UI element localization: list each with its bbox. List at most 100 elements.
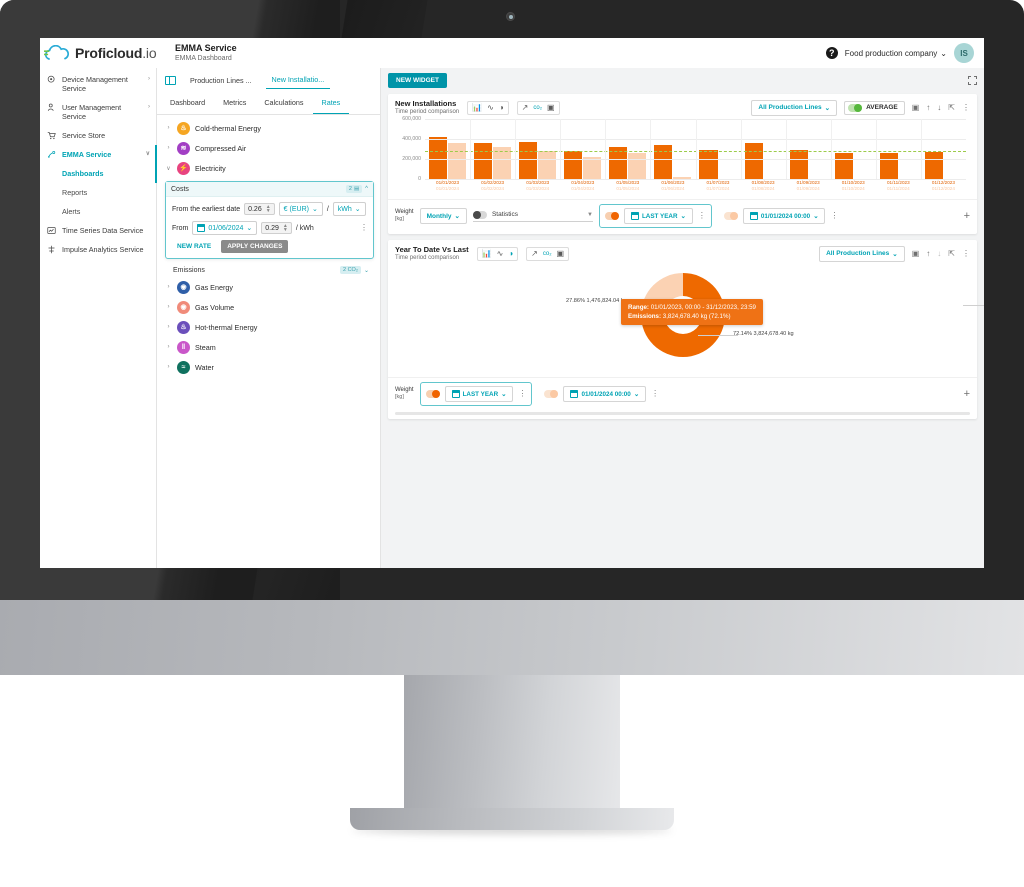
expand-icon[interactable] [968, 76, 977, 85]
bar[interactable] [628, 152, 647, 179]
line-chart-icon[interactable]: ∿ [497, 249, 504, 258]
rate-value-input[interactable]: 0.26 ▲ ▼ [244, 203, 275, 215]
chevron-right-icon[interactable]: › [165, 304, 172, 310]
sidebar-item-reports[interactable]: Reports [40, 183, 156, 202]
bar-group[interactable] [741, 119, 786, 179]
table-icon[interactable]: ▣ [557, 249, 565, 258]
currency-select[interactable]: € (EUR) ⌄ [278, 202, 323, 216]
bar[interactable] [834, 152, 853, 179]
tree-item-cold-thermal-energy[interactable]: › ♨ Cold-thermal Energy [157, 118, 380, 138]
pie-chart-icon[interactable]: ◑ [508, 249, 513, 258]
avatar[interactable]: IS [954, 43, 974, 63]
bar[interactable] [429, 137, 448, 179]
bar[interactable] [789, 150, 808, 179]
kebab-menu-icon[interactable]: ⋮ [962, 103, 970, 112]
range1-toggle[interactable] [604, 212, 619, 220]
table-icon[interactable]: ▣ [547, 103, 555, 112]
resize-icon[interactable]: ⇱ [948, 103, 955, 112]
kebab-menu-icon[interactable]: ⋮ [962, 249, 970, 258]
sidebar-item-alerts[interactable]: Alerts [40, 202, 156, 221]
present-icon[interactable]: ▣ [912, 103, 920, 112]
arrow-up-icon[interactable]: ↑ [926, 103, 930, 112]
bar[interactable] [493, 147, 512, 179]
tree-item-water[interactable]: › ≈ Water [157, 357, 380, 377]
bar-group[interactable] [650, 119, 695, 179]
bar[interactable] [564, 151, 583, 179]
arrow-up-icon[interactable]: ↑ [926, 249, 930, 258]
bar[interactable] [699, 149, 718, 179]
range2-toggle[interactable] [723, 212, 738, 220]
breadcrumb-tab-new-installation[interactable]: New Installatio... [265, 71, 331, 89]
kebab-menu-icon[interactable]: ⋮ [651, 390, 659, 398]
emissions-card-header[interactable]: Emissions 2 CO₂ ⌄ [165, 263, 374, 277]
range1-toggle[interactable] [425, 390, 440, 398]
line-chart-icon[interactable]: ∿ [487, 103, 494, 112]
bar-group[interactable] [876, 119, 921, 179]
kebab-menu-icon[interactable]: ⋮ [698, 212, 706, 220]
add-series-button[interactable]: + [964, 211, 970, 222]
chevron-down-icon[interactable]: ∨ [165, 165, 172, 172]
bar-group[interactable] [831, 119, 876, 179]
apply-changes-button[interactable]: APPLY CHANGES [221, 240, 289, 253]
chevron-right-icon[interactable]: › [165, 145, 172, 151]
rate-value-input[interactable]: 0.29 ▲ ▼ [261, 222, 292, 234]
bar-chart-icon[interactable]: 📊 [472, 103, 482, 112]
statistics-select[interactable]: Statistics ▼ [472, 210, 593, 222]
bar-chart-icon[interactable]: 📊 [482, 249, 492, 258]
range1-select[interactable]: LAST YEAR ⌄ [623, 208, 693, 224]
question-mark-icon[interactable]: ? [825, 47, 838, 59]
tree-item-gas-energy[interactable]: › ◉ Gas Energy [157, 277, 380, 297]
sidebar-item-dashboards[interactable]: Dashboards [40, 164, 157, 183]
rate-date-picker[interactable]: 01/06/2024 ⌄ [192, 221, 258, 235]
sidebar-item-emma-service[interactable]: EMMA Service ∨ [40, 145, 157, 164]
sidebar-item-time-series-data[interactable]: Time Series Data Service [40, 221, 156, 240]
kebab-menu-icon[interactable]: ⋮ [830, 212, 838, 220]
bar[interactable] [924, 151, 943, 179]
kebab-menu-icon[interactable]: ⋮ [360, 224, 368, 232]
chevron-right-icon[interactable]: › [165, 364, 172, 370]
co2-icon[interactable]: co₂ [543, 250, 552, 258]
bar-group[interactable] [786, 119, 831, 179]
production-lines-select[interactable]: All Production Lines ⌄ [819, 245, 905, 262]
bar-group[interactable] [425, 119, 470, 179]
stepper-icon[interactable]: ▲ ▼ [283, 224, 288, 233]
tree-item-compressed-air[interactable]: › ≋ Compressed Air [157, 138, 380, 158]
unit-select[interactable]: kWh ⌄ [332, 202, 366, 216]
tab-calculations[interactable]: Calculations [255, 92, 312, 114]
add-series-button[interactable]: + [964, 389, 970, 400]
sidebar-item-device-management[interactable]: Device Management Service › [40, 70, 156, 98]
tree-item-gas-volume[interactable]: › ◉ Gas Volume [157, 297, 380, 317]
present-icon[interactable]: ▣ [912, 249, 920, 258]
chevron-right-icon[interactable]: › [165, 344, 172, 350]
chevron-right-icon[interactable]: › [165, 284, 172, 290]
production-lines-select[interactable]: All Production Lines ⌄ [751, 99, 838, 116]
new-rate-button[interactable]: NEW RATE [172, 240, 216, 253]
costs-card-header[interactable]: Costs 2 ▤ ^ [166, 182, 373, 197]
tree-item-electricity[interactable]: ∨ ⚡ Electricity [157, 158, 380, 178]
chevron-down-icon[interactable]: ⌄ [364, 267, 369, 274]
pie-chart-icon[interactable]: ◑ [499, 103, 504, 112]
brand-logo[interactable]: Proficloud.io [40, 44, 157, 62]
sidebar-item-impulse-analytics[interactable]: Impulse Analytics Service [40, 240, 156, 259]
bar[interactable] [474, 142, 493, 179]
sidebar-item-user-management[interactable]: User Management Service › [40, 98, 156, 126]
tab-dashboard[interactable]: Dashboard [161, 92, 214, 114]
chevron-right-icon[interactable]: › [165, 125, 172, 131]
range2-select[interactable]: 01/01/2024 00:00 ⌄ [742, 208, 826, 224]
tree-item-hot-thermal-energy[interactable]: › ♨ Hot-thermal Energy [157, 317, 380, 337]
tree-item-steam[interactable]: › ‖ Steam [157, 337, 380, 357]
panel-toggle-icon[interactable] [165, 75, 176, 85]
breadcrumb-tab-production-lines[interactable]: Production Lines ... [184, 72, 258, 89]
arrow-down-icon[interactable]: ↓ [937, 103, 941, 112]
chevron-up-icon[interactable]: ^ [365, 186, 368, 192]
range1-select[interactable]: LAST YEAR ⌄ [444, 386, 514, 402]
bar-group[interactable] [515, 119, 560, 179]
new-widget-button[interactable]: NEW WIDGET [388, 73, 447, 88]
co2-icon[interactable]: co₂ [533, 104, 542, 112]
bar[interactable] [538, 150, 557, 179]
sidebar-item-service-store[interactable]: Service Store [40, 126, 156, 145]
stepper-icon[interactable]: ▲ ▼ [266, 205, 271, 214]
bar[interactable] [879, 152, 898, 179]
bar-group[interactable] [560, 119, 605, 179]
bar-group[interactable] [605, 119, 650, 179]
